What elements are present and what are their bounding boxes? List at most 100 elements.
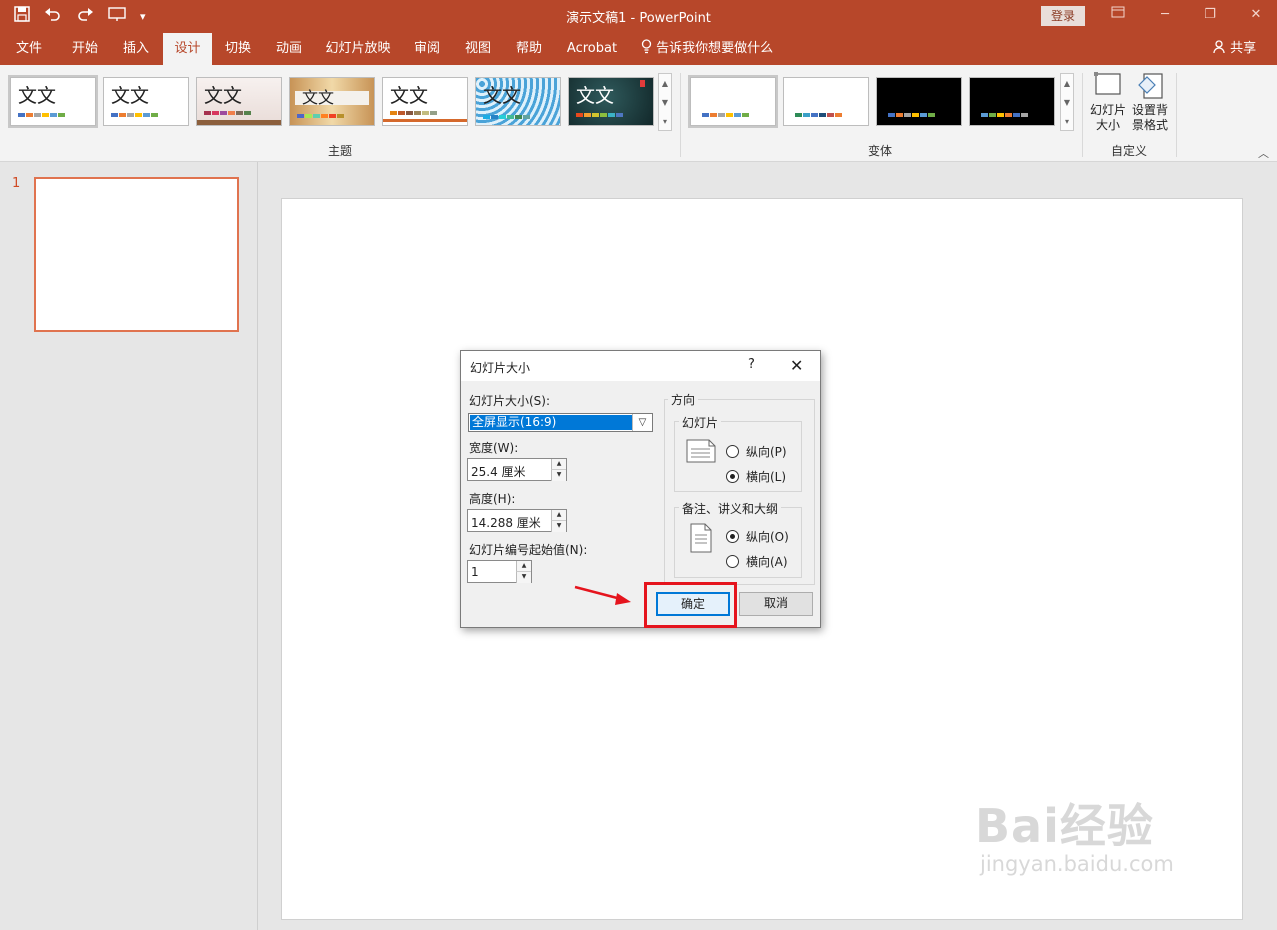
width-label: 宽度(W): [469, 441, 519, 455]
scroll-down-icon[interactable]: ▼ [1061, 93, 1073, 112]
increment-icon[interactable]: ▲ [516, 561, 531, 572]
notes-portrait-label: 纵向(O) [746, 530, 789, 544]
radio-circle[interactable] [726, 555, 739, 568]
restore-icon[interactable]: ❐ [1200, 5, 1220, 25]
format-background-button[interactable]: 设置背景格式 [1130, 71, 1170, 133]
title-bar: ▾ 演示文稿1 - PowerPoint 登录 ─ ❐ ✕ [0, 0, 1277, 33]
variants-gallery-scroll[interactable]: ▲ ▼ ▾ [1060, 73, 1074, 131]
tab-slideshow[interactable]: 幻灯片放映 [320, 33, 396, 65]
group-divider [1176, 73, 1177, 157]
cancel-button[interactable]: 取消 [739, 592, 813, 616]
tab-home[interactable]: 开始 [62, 33, 108, 65]
theme-office[interactable]: 文文 [8, 75, 98, 128]
dialog-title-bar: 幻灯片大小 ? ✕ [461, 351, 820, 381]
person-icon [1213, 40, 1230, 56]
variant-3[interactable] [876, 77, 962, 126]
ribbon-display-icon[interactable] [1108, 5, 1128, 25]
slide-size-value: 全屏显示(16:9) [470, 415, 632, 430]
scroll-up-icon[interactable]: ▲ [1061, 74, 1073, 93]
collapse-ribbon-icon[interactable]: ︿ [1258, 145, 1269, 161]
tell-me-box[interactable]: 告诉我你想要做什么 [641, 33, 773, 64]
height-label: 高度(H): [469, 492, 516, 506]
theme-office-2[interactable]: 文文 [103, 77, 189, 126]
theme-dark-teal[interactable]: 文文 [568, 77, 654, 126]
share-button[interactable]: 共享 [1213, 33, 1256, 64]
theme-circuit[interactable]: 文文 [475, 77, 561, 126]
watermark-logo: Bai经验 [975, 799, 1154, 853]
slides-landscape-label: 横向(L) [746, 470, 787, 484]
close-window-icon[interactable]: ✕ [1246, 5, 1266, 25]
notes-landscape-radio[interactable]: 横向(A) [726, 553, 788, 570]
scroll-up-icon[interactable]: ▲ [659, 74, 671, 93]
width-stepper[interactable]: 25.4 厘米 ▲ ▼ [467, 458, 567, 481]
tab-view[interactable]: 视图 [455, 33, 501, 65]
minimize-icon[interactable]: ─ [1155, 5, 1175, 25]
variant-2[interactable] [783, 77, 869, 126]
width-value: 25.4 厘米 [471, 465, 526, 479]
share-label: 共享 [1230, 41, 1257, 56]
ribbon: 文文 文文 文文 文文 文文 文文 文文 ▲ ▼ ▾ 主题 ▲ ▼ ▾ 变体 幻… [0, 65, 1277, 162]
radio-circle-selected[interactable] [726, 470, 739, 483]
start-number-stepper[interactable]: 1 ▲ ▼ [467, 560, 532, 583]
decrement-icon[interactable]: ▼ [551, 470, 566, 481]
tab-acrobat[interactable]: Acrobat [563, 33, 621, 65]
slides-portrait-radio[interactable]: 纵向(P) [726, 443, 787, 460]
themes-gallery-scroll[interactable]: ▲ ▼ ▾ [658, 73, 672, 131]
theme-wood[interactable]: 文文 [289, 77, 375, 126]
close-icon[interactable]: ✕ [790, 356, 803, 375]
tab-transitions[interactable]: 切换 [215, 33, 261, 65]
variant-4[interactable] [969, 77, 1055, 126]
height-stepper[interactable]: 14.288 厘米 ▲ ▼ [467, 509, 567, 532]
customize-group-label: 自定义 [1111, 144, 1148, 158]
scroll-down-icon[interactable]: ▼ [659, 93, 671, 112]
portrait-page-icon [690, 523, 718, 553]
highlight-box [644, 582, 737, 628]
tab-review[interactable]: 审阅 [404, 33, 450, 65]
height-value: 14.288 厘米 [471, 516, 541, 530]
slides-landscape-radio[interactable]: 横向(L) [726, 468, 786, 485]
notes-portrait-radio[interactable]: 纵向(O) [726, 528, 789, 545]
tab-file[interactable]: 文件 [8, 33, 50, 65]
increment-icon[interactable]: ▲ [551, 510, 566, 521]
gallery-more-icon[interactable]: ▾ [1061, 112, 1073, 131]
notes-group-label: 备注、讲义和大纲 [679, 500, 782, 517]
increment-icon[interactable]: ▲ [551, 459, 566, 470]
chevron-down-icon[interactable]: ▽ [632, 414, 652, 431]
tab-design[interactable]: 设计 [163, 33, 212, 65]
start-number-value: 1 [471, 565, 479, 579]
theme-berlin[interactable]: 文文 [196, 77, 282, 126]
tab-insert[interactable]: 插入 [113, 33, 159, 65]
theme-preview-text: 文文 [18, 85, 57, 107]
help-icon[interactable]: ? [748, 357, 755, 372]
login-button[interactable]: 登录 [1041, 6, 1085, 26]
radio-circle-selected[interactable] [726, 530, 739, 543]
landscape-page-icon [686, 439, 716, 469]
ribbon-tabs: 文件 开始 插入 设计 切换 动画 幻灯片放映 审阅 视图 帮助 Acrobat… [0, 33, 1277, 65]
slide-size-label: 幻灯片大小(S): [469, 394, 551, 408]
slide-size-select[interactable]: 全屏显示(16:9) ▽ [468, 413, 653, 432]
slide-size-button[interactable]: 幻灯片大小 [1088, 71, 1128, 133]
decrement-icon[interactable]: ▼ [551, 521, 566, 532]
slides-group-label: 幻灯片 [679, 414, 722, 431]
gallery-more-icon[interactable]: ▾ [659, 112, 671, 131]
slide-number: 1 [12, 176, 21, 191]
theme-preview-text: 文文 [204, 85, 243, 107]
thumbnail-pane: 1 [0, 162, 258, 930]
notes-landscape-label: 横向(A) [746, 555, 788, 569]
decrement-icon[interactable]: ▼ [516, 572, 531, 583]
window-title: 演示文稿1 - PowerPoint [566, 11, 711, 26]
theme-preview-text: 文文 [576, 85, 615, 107]
start-number-label: 幻灯片编号起始值(N): [469, 543, 588, 557]
slide-size-icon [1093, 71, 1123, 101]
slide-thumbnail[interactable] [34, 177, 239, 332]
theme-preview-text: 文文 [302, 88, 335, 107]
group-divider [1082, 73, 1083, 157]
theme-retrospect[interactable]: 文文 [382, 77, 468, 126]
tab-help[interactable]: 帮助 [506, 33, 552, 65]
slides-portrait-label: 纵向(P) [746, 445, 787, 459]
baidu-watermark: Bai经验 jingyan.baidu.com [975, 790, 1174, 876]
variant-1[interactable] [688, 75, 778, 128]
variants-group-label: 变体 [868, 144, 893, 158]
radio-circle[interactable] [726, 445, 739, 458]
tab-animations[interactable]: 动画 [266, 33, 312, 65]
